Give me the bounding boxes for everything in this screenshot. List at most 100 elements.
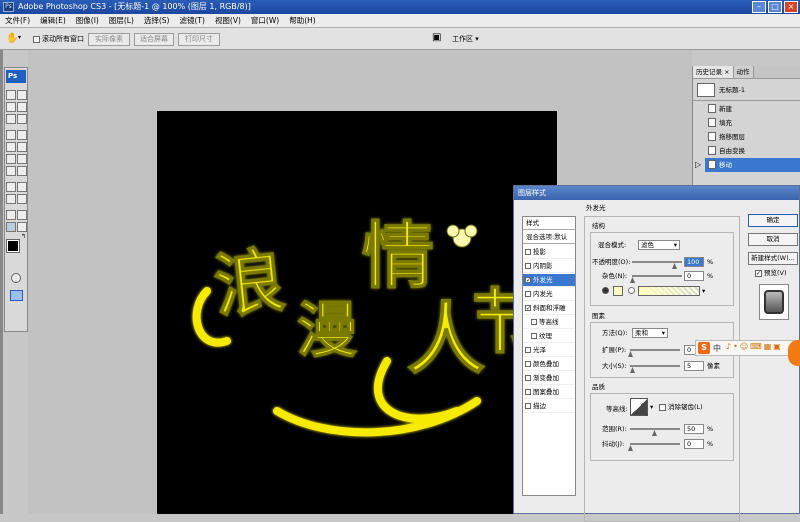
path-selection-tool-icon[interactable] — [6, 194, 16, 204]
scroll-all-windows-checkbox[interactable] — [33, 36, 40, 43]
style-item-texture[interactable]: 纹理 — [523, 330, 575, 343]
spread-slider[interactable] — [630, 349, 680, 351]
brush-tool-icon[interactable] — [17, 130, 27, 140]
style-item-inner-shadow[interactable]: 内阴影 — [523, 260, 575, 273]
jitter-slider[interactable] — [630, 443, 680, 445]
eraser-tool-icon[interactable] — [6, 154, 16, 164]
ime-side-badge[interactable] — [788, 340, 800, 366]
menu-select[interactable]: 选择(S) — [139, 14, 175, 28]
magic-wand-tool-icon[interactable] — [17, 102, 27, 112]
history-step[interactable]: 填充 — [705, 116, 800, 130]
maximize-button[interactable]: □ — [768, 1, 782, 13]
healing-brush-tool-icon[interactable] — [6, 130, 16, 140]
style-item-bevel-emboss[interactable]: ✓ 斜面和浮雕 — [523, 302, 575, 315]
blur-tool-icon[interactable] — [6, 166, 16, 176]
history-step[interactable]: 拖移图层 — [705, 130, 800, 144]
style-item-outer-glow[interactable]: ✓ 外发光 — [523, 274, 575, 287]
style-checkbox[interactable] — [525, 249, 531, 255]
noise-slider[interactable] — [632, 275, 682, 277]
history-step[interactable]: 新建 — [705, 102, 800, 116]
style-item-drop-shadow[interactable]: 投影 — [523, 246, 575, 259]
workspace-menu[interactable]: 工作区 ▾ — [452, 34, 479, 44]
minimize-button[interactable]: – — [752, 1, 766, 13]
history-brush-tool-icon[interactable] — [17, 142, 27, 152]
size-slider[interactable] — [630, 365, 680, 367]
document-canvas[interactable]: 浪 漫 情 人 节 — [157, 111, 557, 514]
new-style-button[interactable]: 新建样式(W)... — [748, 252, 798, 265]
blend-mode-select[interactable]: 滤色 ▾ — [638, 240, 680, 250]
style-checkbox-checked[interactable]: ✓ — [525, 277, 531, 284]
style-checkbox-checked[interactable]: ✓ — [525, 305, 531, 312]
slice-tool-icon[interactable] — [17, 114, 27, 124]
snapshot-thumbnail[interactable] — [697, 83, 715, 97]
foreground-color-swatch[interactable] — [6, 239, 20, 253]
style-checkbox[interactable] — [525, 347, 531, 353]
actual-pixels-button[interactable]: 实际像素 — [88, 33, 130, 46]
hand-tool-icon[interactable] — [6, 222, 16, 232]
menu-layer[interactable]: 图层(L) — [104, 14, 139, 28]
quick-mask-icon[interactable] — [11, 273, 21, 283]
method-select[interactable]: 柔和 ▾ — [632, 328, 668, 338]
hand-tool-icon[interactable]: ✋ — [6, 33, 18, 44]
style-item-gradient-overlay[interactable]: 渐变叠加 — [523, 372, 575, 385]
snapshot-label[interactable]: 无标题-1 — [719, 85, 745, 95]
range-input[interactable]: 50 — [684, 424, 704, 434]
tool-preset-chevron-icon[interactable]: ▾ — [18, 34, 21, 41]
dodge-tool-icon[interactable] — [17, 166, 27, 176]
style-checkbox[interactable] — [525, 291, 531, 297]
pen-tool-icon[interactable] — [6, 182, 16, 192]
menu-window[interactable]: 窗口(W) — [246, 14, 284, 28]
shape-tool-icon[interactable] — [17, 194, 27, 204]
swap-colors-icon[interactable]: ↰ — [21, 233, 26, 240]
glow-gradient-picker[interactable] — [638, 286, 700, 296]
style-item-inner-glow[interactable]: 内发光 — [523, 288, 575, 301]
anti-alias-checkbox[interactable] — [659, 404, 666, 411]
tab-history[interactable]: 历史记录 × — [693, 66, 734, 78]
tab-actions[interactable]: 动作 — [733, 66, 754, 78]
menu-help[interactable]: 帮助(H) — [284, 14, 321, 28]
style-item-satin[interactable]: 光泽 — [523, 344, 575, 357]
ime-logo[interactable]: S — [698, 342, 710, 354]
type-tool-icon[interactable] — [17, 182, 27, 192]
preview-checkbox[interactable]: ✓ — [755, 270, 762, 277]
opacity-input[interactable]: 100 — [684, 257, 704, 267]
print-size-button[interactable]: 打印尺寸 — [178, 33, 220, 46]
menu-image[interactable]: 图像(I) — [71, 14, 104, 28]
styles-header[interactable]: 样式 — [523, 217, 575, 230]
history-step-selected[interactable]: 移动 — [705, 158, 800, 172]
style-checkbox[interactable] — [531, 333, 537, 339]
cancel-button[interactable]: 取消 — [748, 233, 798, 246]
noise-input[interactable]: 0 — [684, 271, 704, 281]
ime-tool-icons[interactable]: ♪•☺⌨▦▣ — [726, 342, 783, 351]
style-item-stroke[interactable]: 描边 — [523, 400, 575, 413]
solid-color-radio[interactable] — [602, 287, 609, 294]
lasso-tool-icon[interactable] — [6, 102, 16, 112]
gradient-radio[interactable] — [628, 287, 635, 294]
bridge-icon[interactable]: ▣ — [432, 32, 441, 43]
style-checkbox[interactable] — [525, 403, 531, 409]
opacity-slider[interactable] — [632, 261, 682, 263]
blend-options-item[interactable]: 混合选项:默认 — [523, 231, 575, 244]
move-tool-icon[interactable] — [17, 90, 27, 100]
fit-screen-button[interactable]: 适合屏幕 — [134, 33, 174, 46]
ime-mode-label[interactable]: 中 — [713, 343, 721, 354]
contour-picker[interactable] — [630, 398, 648, 416]
gradient-tool-icon[interactable] — [17, 154, 27, 164]
marquee-tool-icon[interactable] — [6, 90, 16, 100]
style-checkbox[interactable] — [525, 375, 531, 381]
menu-file[interactable]: 文件(F) — [0, 14, 35, 28]
zoom-tool-icon[interactable] — [17, 222, 27, 232]
ok-button[interactable]: 确定 — [748, 214, 798, 227]
style-checkbox[interactable] — [525, 389, 531, 395]
glow-color-swatch[interactable] — [613, 286, 623, 296]
style-item-contour[interactable]: 等高线 — [523, 316, 575, 329]
crop-tool-icon[interactable] — [6, 114, 16, 124]
style-item-pattern-overlay[interactable]: 图案叠加 — [523, 386, 575, 399]
menu-edit[interactable]: 编辑(E) — [35, 14, 71, 28]
close-button[interactable]: × — [784, 1, 798, 13]
size-input[interactable]: 5 — [684, 361, 704, 371]
range-slider[interactable] — [630, 428, 680, 430]
menu-filter[interactable]: 滤镜(T) — [175, 14, 210, 28]
notes-tool-icon[interactable] — [6, 210, 16, 220]
eyedropper-tool-icon[interactable] — [17, 210, 27, 220]
